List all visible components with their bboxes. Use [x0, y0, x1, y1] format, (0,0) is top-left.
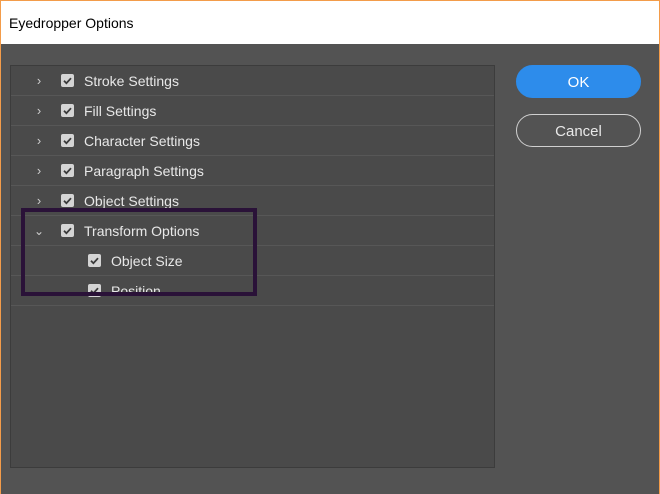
eyedropper-options-dialog: Eyedropper Options › Stroke Settings › F… [1, 1, 659, 494]
checkbox-checked-icon[interactable] [61, 224, 74, 237]
checkbox-checked-icon[interactable] [61, 104, 74, 117]
chevron-right-icon[interactable]: › [33, 156, 45, 186]
tree-item-transform-options[interactable]: ⌄ Transform Options [11, 216, 494, 246]
checkbox-checked-icon[interactable] [88, 254, 101, 267]
checkbox-checked-icon[interactable] [61, 134, 74, 147]
checkbox-checked-icon[interactable] [88, 284, 101, 297]
tree-subitem-label: Object Size [111, 253, 183, 269]
tree-item-character-settings[interactable]: › Character Settings [11, 126, 494, 156]
chevron-down-icon[interactable]: ⌄ [33, 216, 45, 246]
checkbox-checked-icon[interactable] [61, 74, 74, 87]
chevron-right-icon[interactable]: › [33, 126, 45, 156]
tree-item-label: Stroke Settings [84, 73, 179, 89]
tree-item-label: Character Settings [84, 133, 200, 149]
ok-button[interactable]: OK [516, 65, 641, 98]
options-tree: › Stroke Settings › Fill Settings › Char… [10, 65, 495, 468]
tree-item-label: Object Settings [84, 193, 179, 209]
checkbox-checked-icon[interactable] [61, 194, 74, 207]
tree-subitem-object-size[interactable]: Object Size [11, 246, 494, 276]
chevron-right-icon[interactable]: › [33, 66, 45, 96]
tree-item-fill-settings[interactable]: › Fill Settings [11, 96, 494, 126]
dialog-title: Eyedropper Options [9, 14, 134, 31]
tree-item-paragraph-settings[interactable]: › Paragraph Settings [11, 156, 494, 186]
tree-item-label: Transform Options [84, 223, 200, 239]
chevron-right-icon[interactable]: › [33, 186, 45, 216]
tree-subitem-position[interactable]: Position [11, 276, 494, 306]
tree-item-object-settings[interactable]: › Object Settings [11, 186, 494, 216]
tree-item-label: Paragraph Settings [84, 163, 204, 179]
tree-subitem-label: Position [111, 283, 161, 299]
dialog-titlebar[interactable]: Eyedropper Options [1, 1, 659, 44]
cancel-button[interactable]: Cancel [516, 114, 641, 147]
checkbox-checked-icon[interactable] [61, 164, 74, 177]
chevron-right-icon[interactable]: › [33, 96, 45, 126]
tree-item-stroke-settings[interactable]: › Stroke Settings [11, 66, 494, 96]
tree-item-label: Fill Settings [84, 103, 157, 119]
